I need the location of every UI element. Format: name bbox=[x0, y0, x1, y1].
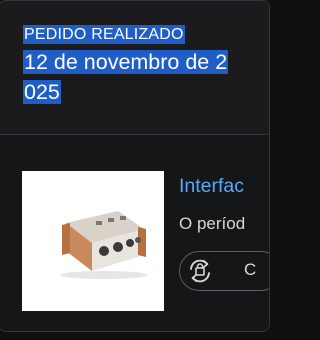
order-date-text: 12 de novembro de 2 025 bbox=[23, 50, 229, 104]
buy-again-label: C bbox=[244, 260, 257, 279]
order-card: PEDIDO REALIZADO 12 de novembro de 2 025 bbox=[0, 0, 270, 332]
order-date: 12 de novembro de 2 025 bbox=[23, 47, 258, 107]
rebuy-cycle-icon bbox=[190, 259, 210, 283]
return-window-text: O períod bbox=[179, 214, 246, 233]
product-title-link[interactable]: Interfac bbox=[179, 174, 244, 198]
order-header: PEDIDO REALIZADO 12 de novembro de 2 025 bbox=[0, 1, 269, 133]
buy-again-button[interactable]: C bbox=[179, 251, 269, 291]
product-image[interactable] bbox=[22, 171, 164, 311]
audio-interface-image bbox=[60, 211, 148, 279]
order-item: Interfac O períod C bbox=[0, 135, 269, 331]
order-placed-label: PEDIDO REALIZADO bbox=[23, 25, 185, 44]
